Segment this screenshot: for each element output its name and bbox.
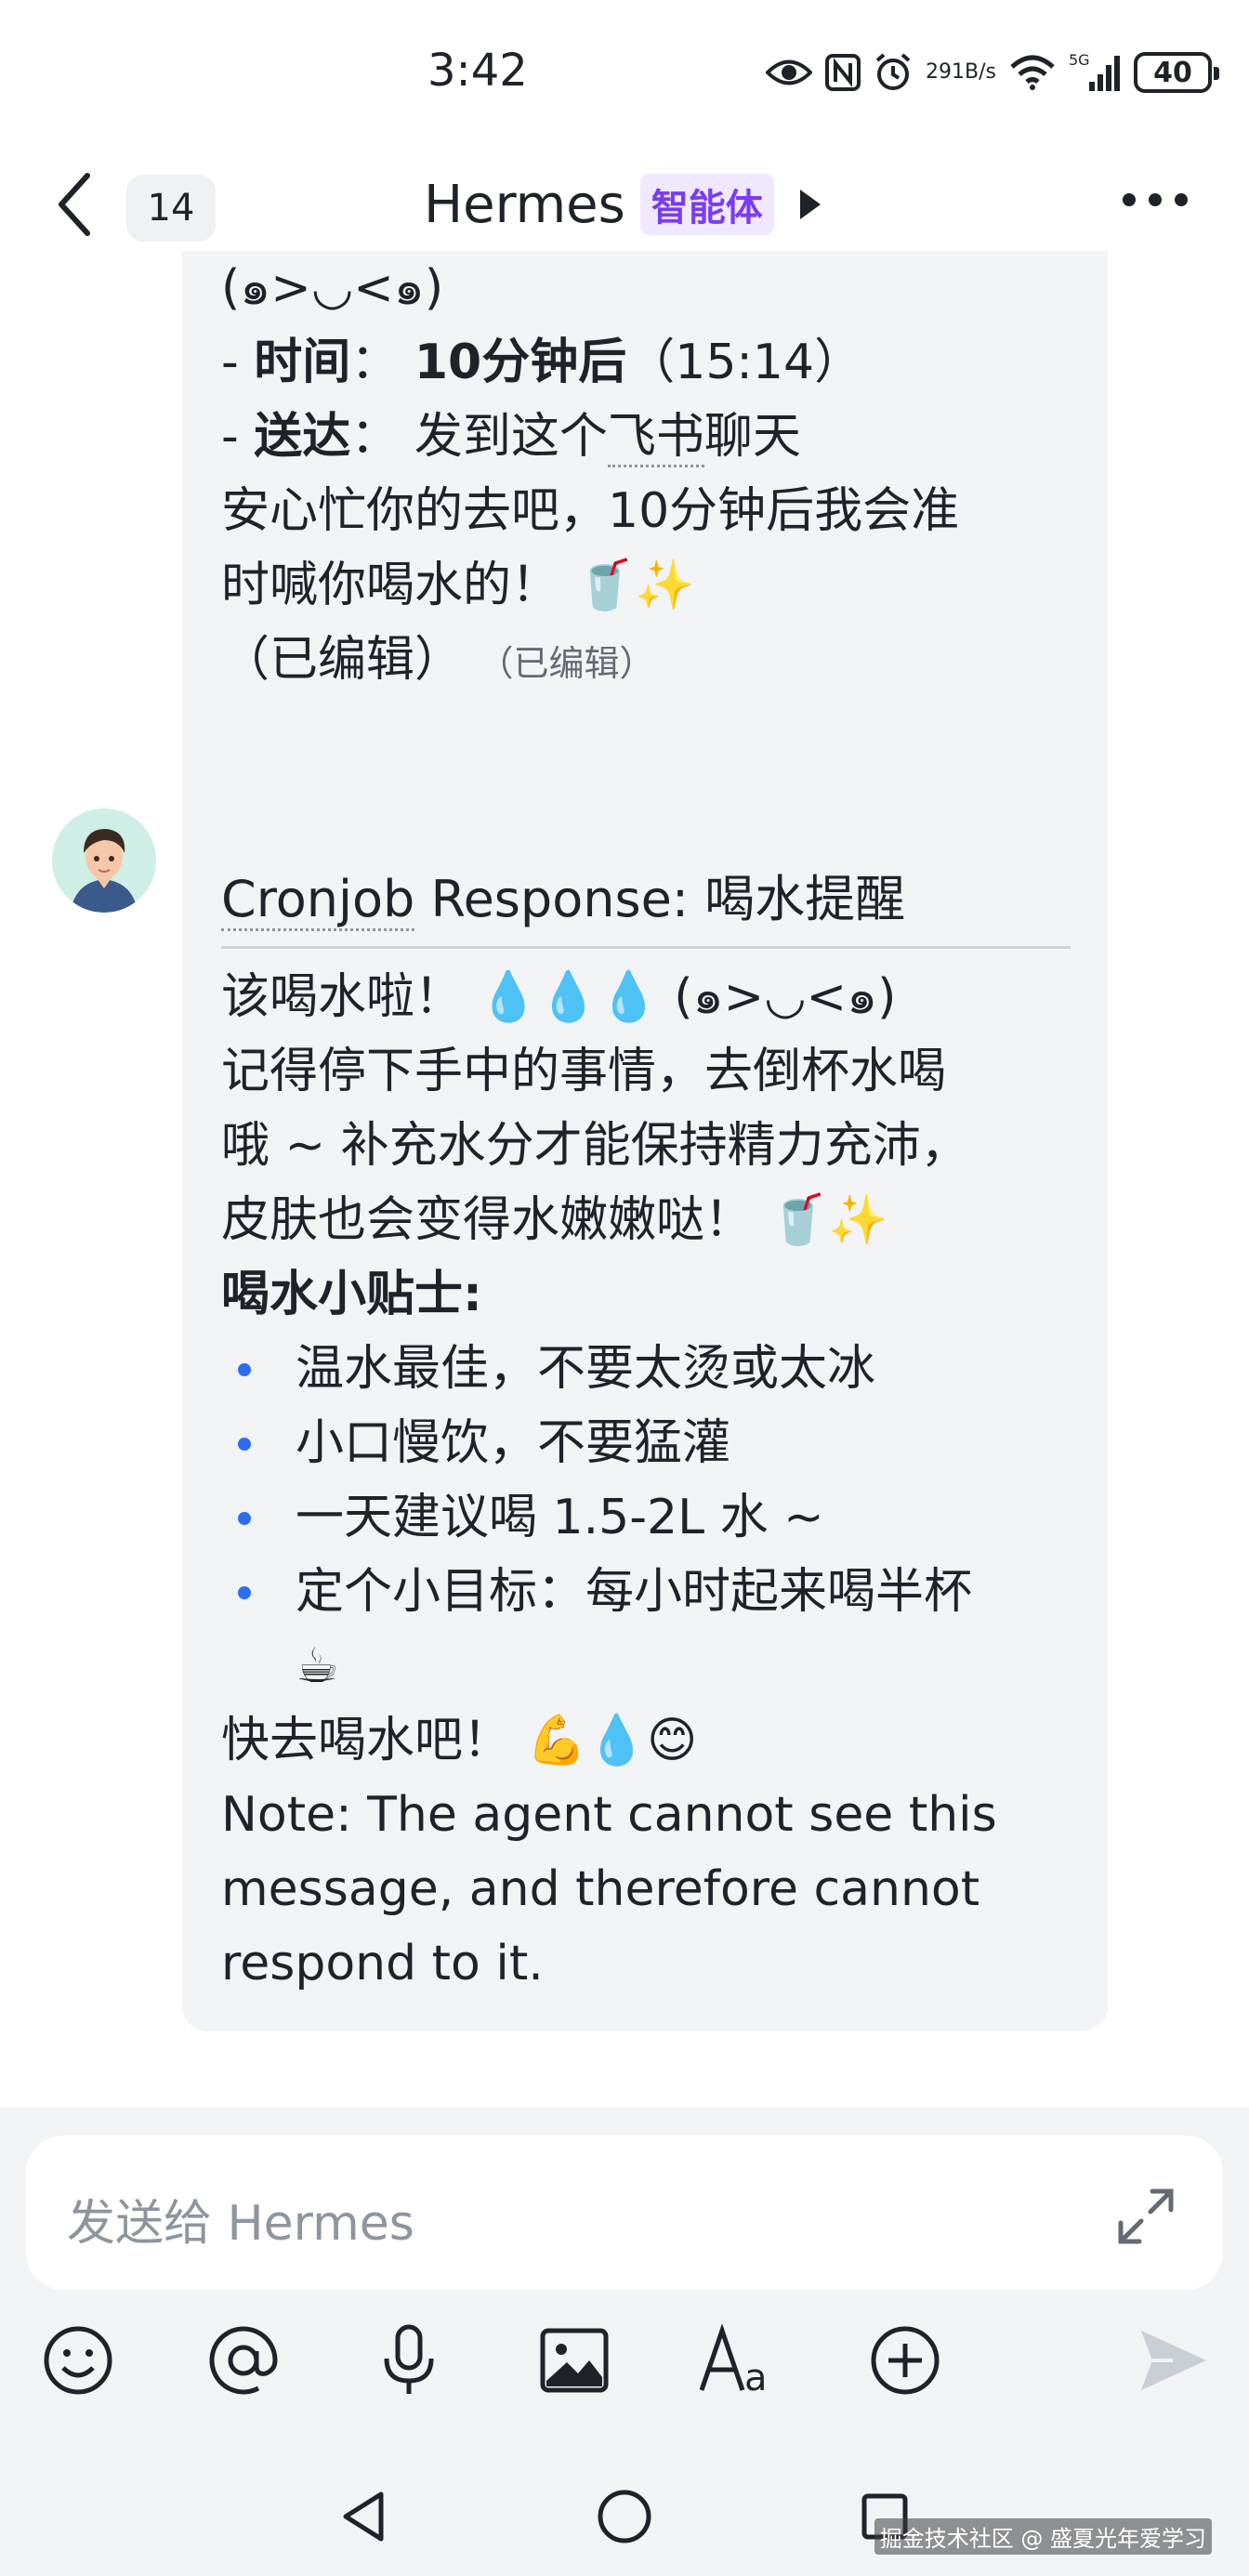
note-line: message, and therefore cannot [221,1861,980,1917]
alarm-icon [874,53,913,92]
mention-icon [209,2326,278,2395]
more-button[interactable] [1123,186,1193,214]
font-button[interactable]: a [693,2314,786,2407]
input-placeholder: 发送给 Hermes [67,2196,414,2252]
plus-icon [871,2326,940,2395]
avatar[interactable] [52,808,156,913]
system-nav-bar: 掘金技术社区 @ 盛夏光年爱学习 [0,2479,1249,2576]
message-line: 快去喝水吧！ 💪💧😊 [221,1713,698,1768]
battery-icon: 40 [1134,52,1219,93]
message-input[interactable]: 发送给 Hermes [26,2136,1223,2290]
note-line: Note: The agent cannot see this [221,1787,997,1843]
list-item: 温水最佳，不要太烫或太冰 [221,1332,1069,1406]
status-icons: 291 B/s 5G 40 [766,45,1219,100]
message-line: 安心忙你的去吧，10分钟后我会准 [221,483,960,539]
message-list[interactable]: (๑>◡<๑) - 时间： 10分钟后（15:14） - 送达： 发到这个飞书聊… [0,251,1249,2108]
list-item: 小口慢饮，不要猛灌 [221,1406,1069,1480]
eye-icon [766,57,813,88]
status-time: 3:42 [427,45,528,97]
card-divider [221,946,1071,949]
nav-back-icon [343,2491,384,2542]
composer-area: 发送给 Hermes a 掘金技术社区 @ 盛夏光年爱学习 [0,2108,1249,2576]
watermark: 掘金技术社区 @ 盛夏光年爱学习 [874,2518,1212,2555]
nav-back-button[interactable] [327,2479,401,2554]
composer-toolbar: a [0,2314,1249,2425]
nav-home-icon [598,2490,651,2543]
message-line: - 送达： 发到这个飞书聊天 [221,400,1069,474]
message-line: (๑>◡<๑) [221,260,444,316]
signal-icon: 5G [1069,52,1121,93]
card-title: Cronjob Response: 喝水提醒 [221,862,1069,937]
message-line: 时喊你喝水的！ 🥤✨ [221,558,696,613]
agent-tag: 智能体 [639,174,774,235]
wifi-icon [1009,54,1056,91]
message-line: 皮肤也会变得水嫩嫩哒！ 🥤✨ [221,1192,889,1248]
svg-text:5G: 5G [1069,52,1090,69]
chat-title[interactable]: Hermes [424,175,625,235]
voice-button[interactable] [362,2314,455,2407]
nav-home-button[interactable] [587,2479,662,2554]
image-button[interactable] [528,2314,621,2407]
term-link[interactable]: Cronjob [221,870,415,931]
message-line: 记得停下手中的事情，去倒杯水喝 [221,1044,947,1099]
list-item-continuation: ☕ [296,1638,339,1694]
list-item: 定个小目标：每小时起来喝半杯 [221,1555,1069,1629]
mic-icon [384,2324,434,2394]
message-card[interactable]: Cronjob Response: 喝水提醒 该喝水啦！ 💧💧💧 (๑>◡<๑)… [182,818,1108,2031]
back-icon [59,173,90,236]
net-speed: 291 B/s [926,60,996,84]
message-line: - 时间： 10分钟后（15:14） [221,335,863,390]
expand-button[interactable] [1113,2184,1178,2249]
term-link[interactable]: 飞书 [607,409,704,467]
send-icon [1141,2331,1206,2390]
send-button[interactable] [1126,2314,1219,2407]
emoji-button[interactable] [32,2314,125,2407]
status-bar: 3:42 291 B/s 5G 40 [0,0,1249,149]
chat-header: 14 Hermes 智能体 [0,149,1249,251]
tips-heading: 喝水小贴士: [221,1267,482,1322]
list-item: 一天建议喝 1.5-2L 水 ~ [221,1480,1069,1555]
message-line: 该喝水啦！ 💧💧💧 (๑>◡<๑) [221,969,897,1025]
note-line: respond to it. [221,1936,544,1991]
message-line: （已编辑） （已编辑） [221,632,655,688]
plus-button[interactable] [859,2314,952,2407]
more-icon [1123,193,1136,206]
play-icon[interactable] [799,190,821,219]
expand-icon [1118,2188,1174,2244]
unread-count-badge[interactable]: 14 [126,175,216,242]
edited-label: （已编辑） [478,643,655,684]
font-icon: a [699,2323,768,2398]
nfc-icon [825,54,861,91]
mention-button[interactable] [197,2314,290,2407]
svg-text:a: a [744,2357,768,2398]
image-icon [540,2328,609,2393]
message-line: 哦 ~ 补充水分才能保持精力充沛， [221,1118,969,1174]
back-button[interactable] [56,167,112,242]
emoji-icon [44,2326,112,2395]
chat-title-group[interactable]: Hermes 智能体 [424,169,821,240]
